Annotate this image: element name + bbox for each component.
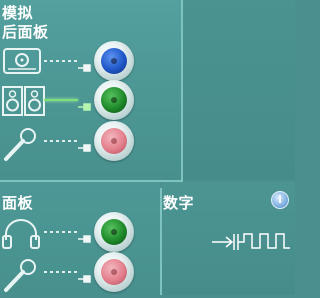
rear-panel-title: 后面板 — [2, 23, 49, 41]
digital-title: 数字 — [163, 194, 195, 212]
plug-icon — [78, 57, 94, 76]
front-jack-row-headphones — [0, 212, 160, 252]
plug-icon — [78, 137, 94, 156]
panel-divider-bottom — [160, 188, 162, 295]
front-jack-row-microphone — [0, 252, 160, 292]
rear-jack-row-line-in — [0, 41, 160, 81]
line-in-icon — [2, 47, 42, 79]
plug-icon — [78, 268, 94, 287]
info-icon[interactable]: i — [271, 191, 289, 209]
top-right-area — [183, 0, 295, 180]
rear-jack-row-microphone — [0, 121, 160, 161]
cable — [44, 271, 78, 273]
cable — [44, 140, 78, 142]
cable-active — [44, 99, 78, 101]
plug-icon — [78, 228, 94, 247]
audio-jack-microphone[interactable] — [94, 121, 134, 161]
front-panel-title: 面板 — [2, 194, 34, 212]
plug-icon — [78, 96, 94, 115]
microphone-icon — [2, 258, 42, 298]
audio-jack-front-microphone[interactable] — [94, 252, 134, 292]
analog-title: 模拟 — [2, 4, 34, 22]
microphone-icon — [2, 127, 42, 167]
audio-jack-headphones[interactable] — [94, 212, 134, 252]
speakers-icon — [2, 86, 46, 120]
cable — [44, 60, 78, 62]
digital-signal-icon — [212, 228, 292, 256]
audio-jack-speakers[interactable] — [94, 80, 134, 120]
audio-jack-line-in[interactable] — [94, 41, 134, 81]
rear-jack-row-speakers — [0, 80, 160, 120]
headphones-icon — [2, 218, 42, 254]
cable — [44, 231, 78, 233]
panel-divider-vertical — [181, 0, 183, 181]
